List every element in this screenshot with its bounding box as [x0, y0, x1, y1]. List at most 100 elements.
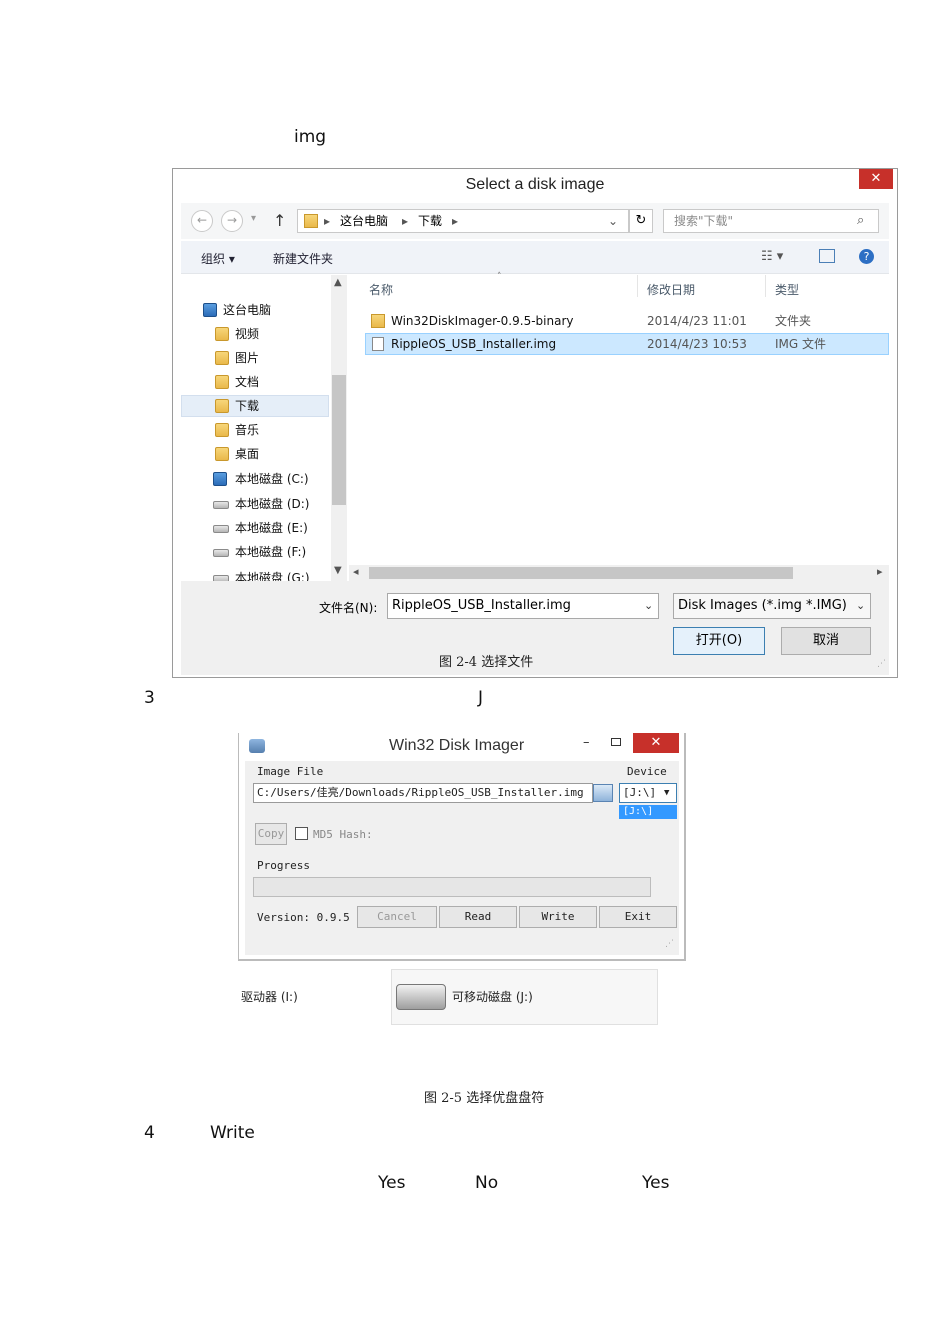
filename-label: 文件名(N): — [319, 601, 378, 615]
folder-icon — [215, 423, 229, 437]
drive-letter-text: J — [478, 688, 484, 708]
progress-label: Progress — [257, 859, 310, 872]
copy-button[interactable]: Copy — [255, 823, 287, 845]
address-bar[interactable]: ▸ 这台电脑 ▸ 下载 ▸ ⌄ — [297, 209, 629, 233]
column-divider — [637, 275, 638, 297]
browse-folder-icon[interactable] — [593, 784, 613, 802]
device-dropdown-icon: ▼ — [664, 788, 670, 798]
sidebar-item-this-pc[interactable]: 这台电脑 — [181, 299, 329, 321]
close-button[interactable]: ✕ — [859, 169, 893, 189]
scroll-left-icon[interactable]: ◂ — [353, 565, 359, 578]
imager-body: Image File Device C:/Users/佳亮/Downloads/… — [245, 761, 679, 955]
column-divider — [765, 275, 766, 297]
address-dropdown-icon[interactable]: ⌄ — [608, 210, 618, 232]
sidebar-item-drive-d[interactable]: 本地磁盘 (D:) — [181, 493, 329, 515]
refresh-button[interactable]: ↻ — [629, 209, 653, 233]
usb-drive-icon — [396, 984, 446, 1010]
scroll-up-icon[interactable]: ▲ — [334, 277, 342, 288]
dialog-title: Select a disk image — [465, 176, 605, 193]
sort-ascending-icon: ˄ — [497, 272, 502, 282]
folder-icon — [215, 375, 229, 389]
app-disk-icon — [249, 739, 265, 753]
sidebar-item-downloads[interactable]: 下载 — [181, 395, 329, 417]
folder-icon — [215, 399, 229, 413]
navigation-pane: 这台电脑 视频 图片 文档 下载 音乐 桌面 本地磁盘 (C:) 本地磁盘 (D… — [181, 275, 329, 581]
read-button[interactable]: Read — [439, 906, 517, 928]
cancel-button[interactable]: 取消 — [781, 627, 871, 655]
folder-icon — [215, 351, 229, 365]
write-word: Write — [210, 1123, 255, 1143]
filename-input[interactable]: RippleOS_USB_Installer.img ⌄ — [387, 593, 659, 619]
up-button[interactable]: ↑ — [273, 211, 286, 230]
recent-locations-chevron-icon[interactable]: ▾ — [251, 213, 256, 224]
search-icon: ⌕ — [857, 213, 865, 228]
progress-bar — [253, 877, 651, 897]
image-path-input[interactable]: C:/Users/佳亮/Downloads/RippleOS_USB_Insta… — [253, 783, 593, 803]
file-type-filter-select[interactable]: Disk Images (*.img *.IMG) ⌄ — [673, 593, 871, 619]
preview-pane-icon[interactable] — [819, 249, 835, 263]
doc-text-img: img — [294, 127, 327, 147]
device-select[interactable]: [J:\] ▼ — [619, 783, 677, 803]
close-button[interactable]: ✕ — [633, 733, 679, 753]
drive-icon — [213, 549, 229, 557]
sidebar-item-drive-g[interactable]: 本地磁盘 (G:) — [181, 567, 329, 581]
filter-dropdown-icon: ⌄ — [856, 599, 866, 612]
win32-disk-imager-window: Win32 Disk Imager – ✕ Image File Device … — [238, 733, 686, 961]
md5-hash-label: MD5 Hash: — [313, 828, 373, 841]
yes-word-2: Yes — [642, 1173, 670, 1193]
system-drive-icon — [213, 472, 227, 486]
scroll-down-icon[interactable]: ▼ — [334, 565, 342, 576]
folder-icon — [304, 214, 318, 228]
file-icon — [372, 337, 384, 351]
scroll-right-icon[interactable]: ▸ — [877, 565, 883, 578]
removable-drive-label: 可移动磁盘 (J:) — [452, 990, 533, 1004]
folder-icon — [215, 327, 229, 341]
removable-drive-item[interactable]: 可移动磁盘 (J:) — [391, 969, 658, 1025]
sidebar-item-pictures[interactable]: 图片 — [181, 347, 329, 369]
sidebar-item-documents[interactable]: 文档 — [181, 371, 329, 393]
help-icon[interactable]: ? — [859, 249, 874, 264]
sidebar-item-drive-f[interactable]: 本地磁盘 (F:) — [181, 541, 329, 563]
view-options-icon[interactable]: ☷ ▾ — [761, 249, 783, 264]
forward-button[interactable]: → — [221, 210, 243, 232]
column-header-date[interactable]: 修改日期 — [647, 281, 695, 298]
step-number-4: 4 — [144, 1123, 155, 1143]
open-button[interactable]: 打开(O) — [673, 627, 765, 655]
search-input[interactable]: 搜索"下载" — [663, 209, 879, 233]
folder-icon — [371, 314, 385, 328]
organize-menu[interactable]: 组织 ▾ — [201, 250, 235, 267]
sidebar-scroll-thumb[interactable] — [332, 375, 346, 505]
md5-checkbox[interactable] — [295, 827, 308, 840]
device-label: Device — [627, 765, 667, 778]
resize-grip-icon[interactable]: ⋰ — [877, 659, 886, 669]
sidebar-item-desktop[interactable]: 桌面 — [181, 443, 329, 465]
cancel-button[interactable]: Cancel — [357, 906, 437, 928]
hscroll-thumb[interactable] — [369, 567, 793, 579]
sidebar-item-music[interactable]: 音乐 — [181, 419, 329, 441]
drive-icon — [213, 501, 229, 509]
column-header-type[interactable]: 类型 — [775, 281, 799, 298]
drive-icon — [213, 525, 229, 533]
column-header-name[interactable]: 名称 — [369, 281, 393, 298]
filename-dropdown-icon[interactable]: ⌄ — [644, 594, 653, 618]
file-row-img-selected[interactable]: RippleOS_USB_Installer.img 2014/4/23 10:… — [365, 333, 889, 355]
yes-word-1: Yes — [378, 1173, 406, 1193]
version-label: Version: 0.9.5 — [257, 911, 350, 924]
maximize-button[interactable] — [611, 738, 621, 746]
new-folder-button[interactable]: 新建文件夹 — [273, 250, 333, 267]
minimize-button[interactable]: – — [583, 735, 590, 750]
exit-button[interactable]: Exit — [599, 906, 677, 928]
breadcrumb-downloads[interactable]: 下载 — [418, 210, 442, 232]
breadcrumb-this-pc[interactable]: 这台电脑 — [340, 210, 388, 232]
resize-grip-icon[interactable]: ⋰ — [665, 939, 674, 949]
sidebar-item-drive-c[interactable]: 本地磁盘 (C:) — [181, 468, 329, 490]
no-word: No — [475, 1173, 499, 1193]
sidebar-item-videos[interactable]: 视频 — [181, 323, 329, 345]
back-button[interactable]: ← — [191, 210, 213, 232]
file-row-folder[interactable]: Win32DiskImager-0.9.5-binary 2014/4/23 1… — [365, 310, 889, 332]
figure-caption-2-5: 图 2-5 选择优盘盘符 — [424, 1091, 545, 1106]
sidebar-item-drive-e[interactable]: 本地磁盘 (E:) — [181, 517, 329, 539]
file-open-dialog: Select a disk image ✕ ← → ▾ ↑ ▸ 这台电脑 ▸ 下… — [172, 168, 898, 678]
device-option-j[interactable]: [J:\] — [619, 805, 677, 819]
write-button[interactable]: Write — [519, 906, 597, 928]
